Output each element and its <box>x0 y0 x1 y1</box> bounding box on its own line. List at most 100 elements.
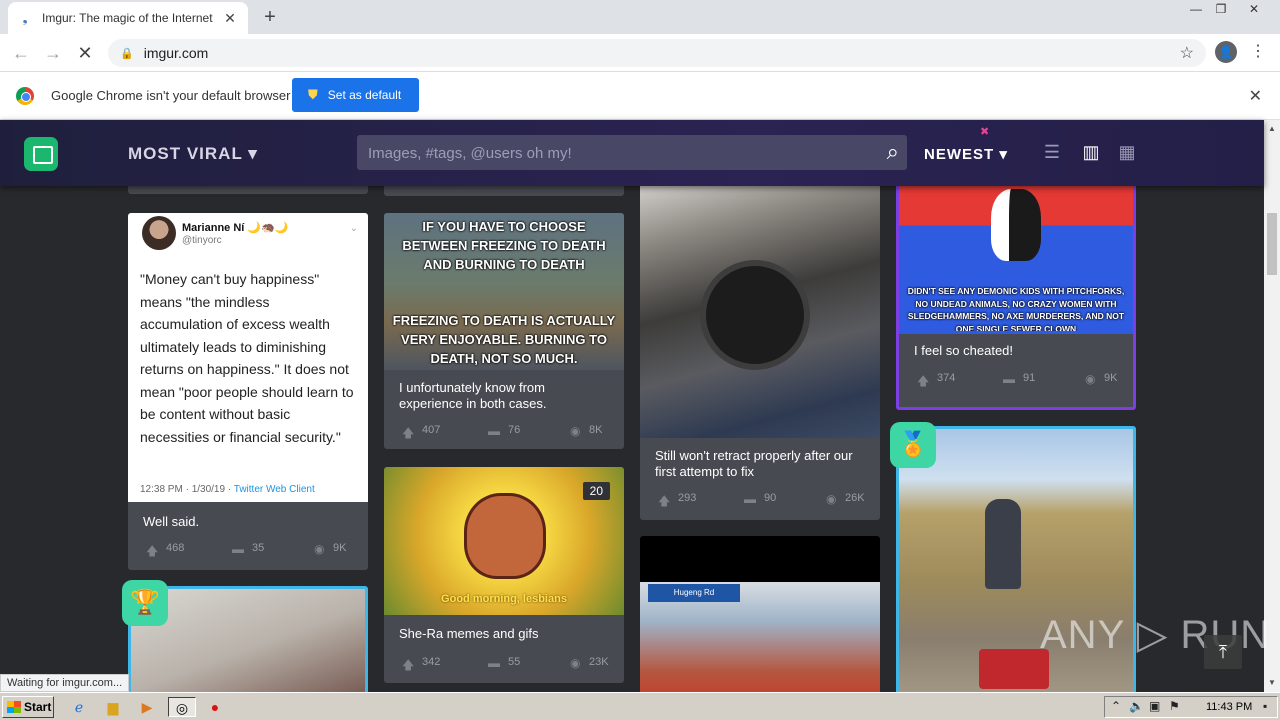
post-caption: I unfortunately know from experience in … <box>399 380 547 411</box>
media-player-icon[interactable]: ▶ <box>136 697 158 717</box>
comment-count: 76 <box>508 424 521 436</box>
back-to-top-button[interactable]: ⤒ <box>1204 635 1242 669</box>
upvote-icon[interactable]: 🡅 <box>402 656 414 677</box>
flag-icon[interactable]: ⚑ <box>1169 699 1180 713</box>
album-count-badge: 20 <box>582 482 610 500</box>
tweet-avatar <box>142 216 176 250</box>
upvote-count: 293 <box>678 492 697 504</box>
waterfall-grid-icon[interactable]: ▦ <box>1116 142 1138 162</box>
back-arrow-icon[interactable]: ← <box>8 40 34 66</box>
infobar-close-icon[interactable]: ✕ <box>1249 86 1262 106</box>
default-browser-infobar: Google Chrome isn't your default browser… <box>0 72 1280 120</box>
tweet-meta: 12:38 PM · 1/30/19 · Twitter Web Client <box>140 484 315 495</box>
tray-expand-icon[interactable]: ⌃ <box>1111 699 1121 713</box>
upvote-icon[interactable]: 🡅 <box>402 424 414 445</box>
start-label: Start <box>24 700 52 714</box>
scroll-up-icon[interactable]: ▲ <box>1264 124 1280 133</box>
post-card[interactable]: Marianne Ní 🌙🦔🌙 @tinyorc ⌄ "Money can't … <box>128 213 368 570</box>
internet-explorer-icon[interactable]: ℯ <box>68 697 90 717</box>
post-card[interactable]: IF YOU HAVE TO CHOOSE BETWEEN FREEZING T… <box>384 213 624 449</box>
upvote-icon[interactable]: 🡅 <box>917 372 929 393</box>
post-card-partial[interactable] <box>384 186 624 196</box>
bookmark-star-icon[interactable]: ☆ <box>1180 43 1194 63</box>
chrome-taskbar-icon[interactable]: ◎ <box>168 697 196 717</box>
tweet-screenshot: Marianne Ní 🌙🦔🌙 @tinyorc ⌄ "Money can't … <box>128 213 368 502</box>
post-caption: She-Ra memes and gifs <box>399 626 539 641</box>
browser-tab[interactable]: ❟ Imgur: The magic of the Internet ✕ <box>8 2 248 34</box>
views-icon: ◉ <box>826 492 837 506</box>
opera-icon[interactable]: ● <box>204 697 226 717</box>
profile-avatar-icon[interactable]: 👤 <box>1215 41 1237 63</box>
comment-icon: ▬ <box>1003 372 1015 386</box>
search-icon[interactable]: ⌕ <box>887 139 899 165</box>
shield-icon: ⛊ <box>308 87 318 102</box>
post-stats: 🡅 342 ▬ 55 ◉ 23K <box>400 656 609 672</box>
new-tab-button[interactable]: + <box>258 6 282 28</box>
imgur-header: MOST VIRAL ▾ Images, #tags, @users oh my… <box>0 120 1264 186</box>
meme-bottom-text: DIDN'T SEE ANY DEMONIC KIDS WITH PITCHFO… <box>907 286 1125 331</box>
status-bubble: Waiting for imgur.com... <box>0 674 130 692</box>
post-stats: 🡅 407 ▬ 76 ◉ 8K <box>400 424 608 440</box>
meme-bottom-text: FREEZING TO DEATH IS ACTUALLY VERY ENJOY… <box>392 313 616 366</box>
post-card[interactable]: Hugeng Rd <box>640 536 880 692</box>
minimize-button[interactable]: — <box>1182 0 1210 20</box>
post-card-partial[interactable] <box>128 186 368 194</box>
street-sign: Hugeng Rd <box>648 584 740 602</box>
tweet-client: Twitter Web Client <box>233 484 315 495</box>
post-card[interactable]: DIDN'T SEE ANY DEMONIC KIDS WITH PITCHFO… <box>896 186 1136 410</box>
start-button[interactable]: Start <box>2 696 54 718</box>
chrome-menu-icon[interactable]: ⋮ <box>1250 42 1266 62</box>
forward-arrow-icon[interactable]: → <box>40 40 66 66</box>
sparkle-icon: ✖ <box>980 126 990 138</box>
post-card[interactable]: Good morning, lesbians 20 She-Ra memes a… <box>384 467 624 683</box>
most-viral-dropdown[interactable]: MOST VIRAL ▾ <box>128 144 258 164</box>
comment-count: 55 <box>508 656 521 668</box>
comment-count: 90 <box>764 492 777 504</box>
network-icon[interactable]: ▣ <box>1149 699 1160 713</box>
views-count: 26K <box>845 492 865 504</box>
tweet-text: "Money can't buy happiness" means "the m… <box>140 271 354 445</box>
views-icon: ◉ <box>1085 372 1096 386</box>
scroll-down-icon[interactable]: ▼ <box>1264 678 1280 687</box>
tire-illustration <box>700 260 810 370</box>
volume-icon[interactable]: 🔈 <box>1129 699 1144 713</box>
upvote-count: 342 <box>422 656 441 668</box>
chevron-down-icon: ⌄ <box>349 223 358 234</box>
search-placeholder: Images, #tags, @users oh my! <box>368 145 572 162</box>
catra-illustration <box>464 493 546 579</box>
boy-illustration <box>985 499 1021 589</box>
filter-icon[interactable]: ☰ <box>1041 142 1063 162</box>
tab-close-icon[interactable]: ✕ <box>222 10 238 27</box>
search-bar[interactable]: Images, #tags, @users oh my! ⌕ <box>357 135 907 170</box>
folder-icon[interactable]: ▆ <box>102 697 124 717</box>
post-stats: 🡅 293 ▬ 90 ◉ 26K <box>656 492 865 508</box>
emerald-badge-icon: 🏅 <box>890 422 936 468</box>
imgur-logo-icon[interactable] <box>24 137 58 171</box>
meme-top-text: IF YOU HAVE TO CHOOSE BETWEEN FREEZING T… <box>402 219 606 272</box>
address-bar[interactable]: 🔒 imgur.com ☆ <box>108 39 1206 67</box>
taskbar-clock: 11:43 PM <box>1206 701 1253 713</box>
uniform-grid-icon[interactable]: ▥ <box>1080 142 1102 162</box>
tweet-timestamp: 12:38 PM · 1/30/19 · <box>140 484 234 495</box>
scroll-thumb[interactable] <box>1267 213 1277 275</box>
post-stats: 🡅 374 ▬ 91 ◉ 9K <box>915 372 1123 388</box>
page-scrollbar[interactable]: ▲ ▼ <box>1264 120 1280 692</box>
post-image: DIDN'T SEE ANY DEMONIC KIDS WITH PITCHFO… <box>899 186 1133 334</box>
post-caption: Still won't retract properly after our f… <box>655 448 853 479</box>
set-as-default-button[interactable]: ⛊ Set as default <box>292 78 419 112</box>
show-desktop-icon[interactable]: ▪ <box>1263 699 1267 713</box>
penguin-illustration <box>991 189 1041 261</box>
upvote-icon[interactable]: 🡅 <box>146 542 158 563</box>
close-window-button[interactable]: ✕ <box>1240 0 1268 20</box>
image-caption-text: Good morning, lesbians <box>441 593 567 605</box>
comment-icon: ▬ <box>744 492 756 506</box>
post-image: Hugeng Rd <box>640 536 880 692</box>
tab-title: Imgur: The magic of the Internet <box>42 11 213 25</box>
stop-loading-icon[interactable]: ✕ <box>72 40 98 66</box>
newest-dropdown[interactable]: NEWEST ▾ <box>924 145 1008 163</box>
upvote-count: 374 <box>937 372 956 384</box>
comment-icon: ▬ <box>488 424 500 438</box>
upvote-icon[interactable]: 🡅 <box>658 492 670 513</box>
restore-button[interactable]: ❐ <box>1207 0 1235 20</box>
post-card[interactable]: Still won't retract properly after our f… <box>640 186 880 520</box>
